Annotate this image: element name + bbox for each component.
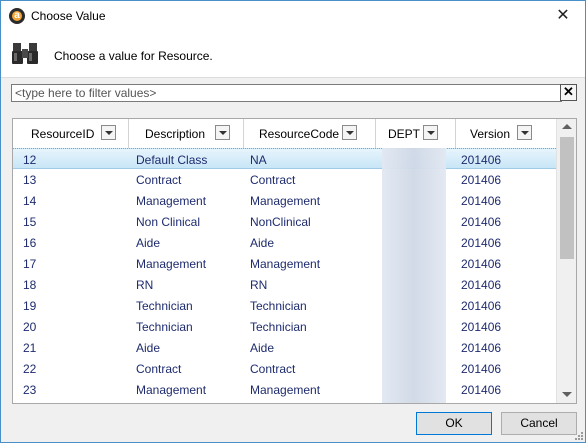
scrollbar-thumb[interactable] (560, 137, 574, 259)
cell-resourcecode: Management (250, 257, 321, 271)
cell-resourcecode: Management (250, 383, 321, 397)
cell-resourcecode: RN (250, 278, 268, 292)
cell-resourceid: 20 (23, 320, 37, 334)
binoculars-icon (12, 43, 38, 64)
column-filter-dropdown-icon[interactable] (423, 125, 438, 140)
column-header-version[interactable]: Version (456, 119, 556, 148)
cell-description: Technician (136, 299, 193, 313)
cell-resourcecode: Contract (250, 362, 296, 376)
cell-description: Aide (136, 236, 161, 250)
cell-resourceid: 16 (23, 236, 37, 250)
table-row[interactable]: 23 Management Management 201406 (13, 379, 556, 400)
clear-filter-button[interactable]: ✕ (560, 84, 577, 101)
table-row[interactable]: 22 Contract Contract 201406 (13, 358, 556, 379)
table-row[interactable]: 16 Aide Aide 201406 (13, 232, 556, 253)
column-header-resourceid[interactable]: ResourceID (13, 119, 129, 148)
dialog-header: Choose a value for Resource. (1, 31, 585, 78)
table-row-selected[interactable]: 12 Default Class NA 201406 (13, 148, 556, 169)
ok-button[interactable]: OK (416, 412, 492, 435)
table-row[interactable]: 14 Management Management 201406 (13, 190, 556, 211)
resize-grip-icon[interactable] (573, 430, 583, 440)
column-label: Description (145, 127, 206, 141)
cell-version: 201406 (461, 278, 502, 292)
cell-resourcecode: Contract (250, 173, 296, 187)
column-label: ResourceCode (259, 127, 340, 141)
title-bar: a Choose Value ✕ (1, 1, 585, 31)
column-filter-dropdown-icon[interactable] (342, 125, 357, 140)
column-filter-dropdown-icon[interactable] (517, 125, 532, 140)
cancel-button[interactable]: Cancel (501, 412, 577, 435)
cell-resourcecode: Management (250, 194, 321, 208)
cell-description: Non Clinical (136, 215, 201, 229)
app-logo-letter: a (14, 10, 20, 21)
cell-description: Management (136, 194, 207, 208)
column-label: Version (470, 127, 511, 141)
table-row[interactable]: 15 Non Clinical NonClinical 201406 (13, 211, 556, 232)
cell-description: Contract (136, 362, 182, 376)
cell-resourceid: 19 (23, 299, 37, 313)
cell-description: Contract (136, 173, 182, 187)
choose-value-dialog: a Choose Value ✕ Choose a value for Reso… (0, 0, 586, 443)
cell-resourcecode: Technician (250, 320, 307, 334)
cell-version: 201406 (461, 173, 502, 187)
cell-version: 201406 (461, 257, 502, 271)
column-label: ResourceID (31, 127, 95, 141)
cell-version: 201406 (461, 153, 502, 167)
cell-version: 201406 (461, 362, 502, 376)
cell-resourceid: 13 (23, 173, 37, 187)
cell-description: RN (136, 278, 154, 292)
table-row[interactable]: 21 Aide Aide 201406 (13, 337, 556, 358)
cell-description: Technician (136, 320, 193, 334)
table-row[interactable]: 20 Technician Technician 201406 (13, 316, 556, 337)
table-row[interactable]: 13 Contract Contract 201406 (13, 169, 556, 190)
window-title: Choose Value (31, 9, 106, 23)
cell-resourceid: 14 (23, 194, 37, 208)
column-filter-dropdown-icon[interactable] (215, 125, 230, 140)
column-header-description[interactable]: Description (129, 119, 244, 148)
cell-resourcecode: NA (250, 153, 267, 167)
table-row[interactable]: 18 RN RN 201406 (13, 274, 556, 295)
cell-resourcecode: Aide (250, 236, 275, 250)
cell-resourceid: 22 (23, 362, 37, 376)
cell-resourcecode: NonClinical (250, 215, 311, 229)
scroll-up-arrow-icon[interactable] (562, 124, 572, 129)
column-header-dept[interactable]: DEPT (376, 119, 456, 148)
cell-resourcecode: Aide (250, 341, 275, 355)
filter-input[interactable] (11, 84, 562, 102)
table-row[interactable]: 19 Technician Technician 201406 (13, 295, 556, 316)
cell-version: 201406 (461, 299, 502, 313)
app-logo-icon: a (9, 8, 25, 24)
cell-version: 201406 (461, 383, 502, 397)
column-label: DEPT (388, 127, 421, 141)
cell-version: 201406 (461, 215, 502, 229)
cell-resourcecode: Technician (250, 299, 307, 313)
cell-resourceid: 17 (23, 257, 37, 271)
cell-resourceid: 23 (23, 383, 37, 397)
cell-description: Default Class (136, 153, 208, 167)
dept-column-redacted (382, 148, 446, 403)
cell-resourceid: 12 (23, 153, 37, 167)
vertical-scrollbar[interactable] (556, 119, 576, 403)
cell-description: Management (136, 383, 207, 397)
prompt-text: Choose a value for Resource. (54, 49, 213, 63)
column-header-resourcecode[interactable]: ResourceCode (244, 119, 376, 148)
grid-header: ResourceID Description ResourceCode DEPT… (13, 119, 556, 149)
cell-resourceid: 18 (23, 278, 37, 292)
cell-resourceid: 15 (23, 215, 37, 229)
cell-version: 201406 (461, 194, 502, 208)
cell-description: Aide (136, 341, 161, 355)
close-button[interactable]: ✕ (541, 1, 585, 31)
cell-version: 201406 (461, 236, 502, 250)
table-row[interactable]: 17 Management Management 201406 (13, 253, 556, 274)
column-filter-dropdown-icon[interactable] (101, 125, 116, 140)
cell-version: 201406 (461, 320, 502, 334)
cell-version: 201406 (461, 341, 502, 355)
grid-rows: 12 Default Class NA 201406 13 Contract C… (13, 148, 556, 403)
cell-description: Management (136, 257, 207, 271)
values-grid: ResourceID Description ResourceCode DEPT… (12, 118, 577, 404)
cell-resourceid: 21 (23, 341, 37, 355)
scroll-down-arrow-icon[interactable] (562, 392, 572, 397)
